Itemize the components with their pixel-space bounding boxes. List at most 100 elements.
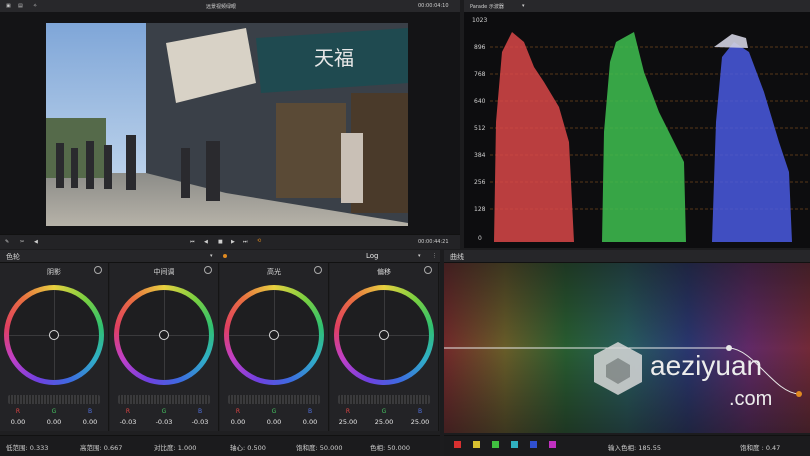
wheel-puck[interactable] xyxy=(379,330,389,340)
film-icon[interactable]: ▤ xyxy=(18,3,23,9)
chevron-down-icon[interactable]: ▾ xyxy=(210,253,213,259)
saturation-value[interactable]: 饱和度: 50.000 xyxy=(296,442,343,452)
skip-end-icon[interactable]: ⏭ xyxy=(243,239,248,245)
curve-saturation-value[interactable]: 饱和度 : 0.47 xyxy=(740,442,780,452)
g-value[interactable]: -0.03 xyxy=(156,418,173,426)
r-label: R xyxy=(125,408,130,415)
reset-icon[interactable] xyxy=(314,266,322,274)
swatch-green[interactable] xyxy=(492,441,499,448)
b-value[interactable]: -0.03 xyxy=(192,418,209,426)
chevron-down-icon[interactable]: ▾ xyxy=(418,253,421,259)
reset-icon[interactable] xyxy=(94,266,102,274)
wheels-panel-title: 色轮 xyxy=(6,253,20,261)
r-value[interactable]: -0.03 xyxy=(120,418,137,426)
r-label: R xyxy=(345,408,350,415)
wheel-title: 阴影 xyxy=(47,268,61,276)
wheels-footer: 低范围: 0.333 高范围: 0.667 对比度: 1.000 轴心: 0.5… xyxy=(0,435,440,456)
wheel-puck[interactable] xyxy=(269,330,279,340)
hue-vs-sat-curve[interactable]: aeziyuan .com xyxy=(444,263,810,433)
color-wheel[interactable] xyxy=(4,285,104,385)
scale-label: 1023 xyxy=(472,17,487,24)
status-dot xyxy=(223,254,227,258)
wheel-slider[interactable] xyxy=(338,395,430,404)
b-value[interactable]: 0.00 xyxy=(83,418,97,426)
clip-title[interactable]: 远景视频绿眼 xyxy=(206,3,236,10)
loop-icon[interactable]: ⟲ xyxy=(257,238,261,244)
hue-value[interactable]: 色相: 50.000 xyxy=(370,442,410,452)
reset-icon[interactable] xyxy=(204,266,212,274)
wheel-midtones: 中间调 R G B -0.03 -0.03 -0.03 xyxy=(110,263,219,431)
layout-icon[interactable]: ▣ xyxy=(6,3,11,9)
wheel-offset: 偏移 R G B 25.00 25.00 25.00 xyxy=(330,263,439,431)
eyedropper-icon[interactable]: ✎ xyxy=(5,239,9,245)
curve-point-selected[interactable] xyxy=(796,391,802,397)
play-reverse-icon[interactable]: ◀ xyxy=(204,239,208,245)
g-value[interactable]: 25.00 xyxy=(375,418,394,426)
wheel-slider[interactable] xyxy=(228,395,320,404)
scissors-icon[interactable]: ✂ xyxy=(20,239,24,245)
wheel-shadows: 阴影 R G B 0.00 0.00 0.00 xyxy=(0,263,109,431)
input-hue-value[interactable]: 输入色相: 185.55 xyxy=(608,442,661,452)
wheel-slider[interactable] xyxy=(8,395,100,404)
b-value[interactable]: 0.00 xyxy=(303,418,317,426)
color-wheel[interactable] xyxy=(114,285,214,385)
play-icon[interactable]: ▶ xyxy=(231,239,235,245)
scale-label: 512 xyxy=(474,125,486,132)
transport-bar: ✎ ✂ ◀ ⏮ ◀ ■ ▶ ⏭ ⟲ 00:00:44:21 xyxy=(0,234,460,249)
watermark-logo xyxy=(594,342,642,395)
g-value[interactable]: 0.00 xyxy=(47,418,61,426)
wheel-highlights: 高光 R G B 0.00 0.00 0.00 xyxy=(220,263,329,431)
r-value[interactable]: 0.00 xyxy=(11,418,25,426)
swatch-blue[interactable] xyxy=(530,441,537,448)
g-value[interactable]: 0.00 xyxy=(267,418,281,426)
watermark-text: aeziyuan xyxy=(650,350,762,381)
curves-footer: 输入色相: 185.55 饱和度 : 0.47 xyxy=(444,435,810,456)
swatch-magenta[interactable] xyxy=(549,441,556,448)
timecode-top: 00:00:04:10 xyxy=(418,3,449,9)
g-label: G xyxy=(161,408,167,415)
skip-start-icon[interactable]: ⏮ xyxy=(190,239,195,245)
curves-panel-title: 曲线 xyxy=(450,253,464,261)
r-label: R xyxy=(15,408,20,415)
scale-label: 896 xyxy=(474,44,486,51)
b-label: B xyxy=(198,408,203,415)
wheel-slider[interactable] xyxy=(118,395,210,404)
scale-label: 0 xyxy=(478,235,482,242)
r-value[interactable]: 25.00 xyxy=(339,418,358,426)
scale-label: 768 xyxy=(474,71,486,78)
color-wheel[interactable] xyxy=(224,285,324,385)
wheel-title: 偏移 xyxy=(377,268,391,276)
high-range-value[interactable]: 高范围: 0.667 xyxy=(80,442,122,452)
g-label: G xyxy=(271,408,277,415)
b-value[interactable]: 25.00 xyxy=(411,418,430,426)
pivot-value[interactable]: 轴心: 0.500 xyxy=(230,442,266,452)
r-label: R xyxy=(235,408,240,415)
scope-title[interactable]: Parade 示波器 xyxy=(470,3,504,10)
color-wheels-header: 色轮 ▾ Log ▾ ⋮ xyxy=(0,250,440,263)
wand-icon[interactable]: ✧ xyxy=(33,3,37,9)
wheel-title: 中间调 xyxy=(153,268,175,276)
color-wheel[interactable] xyxy=(334,285,434,385)
wheel-puck[interactable] xyxy=(159,330,169,340)
wheels-mode-select[interactable]: Log xyxy=(366,252,379,260)
contrast-value[interactable]: 对比度: 1.000 xyxy=(154,442,196,452)
speaker-icon[interactable]: ◀ xyxy=(34,239,38,245)
curves-header: 曲线 xyxy=(444,250,810,263)
stop-icon[interactable]: ■ xyxy=(218,239,223,245)
b-label: B xyxy=(418,408,423,415)
scale-label: 128 xyxy=(474,206,486,213)
scale-label: 256 xyxy=(474,179,486,186)
wheel-puck[interactable] xyxy=(49,330,59,340)
watermark-subtext: .com xyxy=(729,388,772,410)
low-range-value[interactable]: 低范围: 0.333 xyxy=(6,442,48,452)
wheel-title: 高光 xyxy=(267,268,281,276)
reset-icon[interactable] xyxy=(424,266,432,274)
scale-label: 640 xyxy=(474,98,486,105)
chevron-down-icon[interactable]: ▾ xyxy=(522,3,525,9)
shop-sign: 天福 xyxy=(314,46,354,70)
more-menu-icon[interactable]: ⋮ xyxy=(432,253,437,259)
r-value[interactable]: 0.00 xyxy=(231,418,245,426)
swatch-red[interactable] xyxy=(454,441,461,448)
swatch-yellow[interactable] xyxy=(473,441,480,448)
swatch-cyan[interactable] xyxy=(511,441,518,448)
